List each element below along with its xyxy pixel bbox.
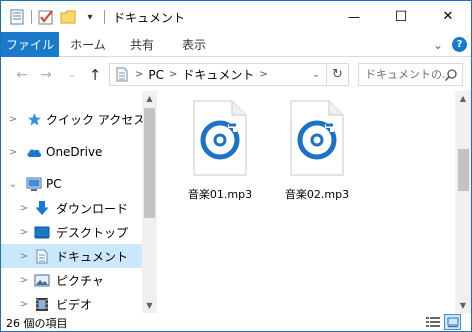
chevron-right-icon[interactable]: >: [8, 107, 18, 131]
scrollbar-thumb[interactable]: [458, 149, 469, 191]
toolbar-separator: [31, 10, 32, 24]
address-bar[interactable]: > PC > ドキュメント > ⌄ ↻: [109, 63, 349, 86]
nav-item-pc[interactable]: ⌄ PC: [1, 172, 142, 196]
scroll-up-icon[interactable]: ▲: [142, 91, 157, 106]
nav-item-label: デスクトップ: [56, 225, 129, 240]
breadcrumb-chevron-icon[interactable]: >: [259, 69, 267, 80]
groove-music-file-icon: [290, 100, 344, 176]
chevron-down-icon: ⌄: [68, 70, 76, 80]
back-arrow-icon: ←: [16, 67, 28, 83]
up-button[interactable]: ↑: [86, 66, 104, 84]
details-view-icon[interactable]: [424, 314, 441, 330]
nav-item-quick-access[interactable]: > クイック アクセス: [1, 107, 146, 131]
chevron-right-icon[interactable]: >: [19, 244, 29, 268]
nav-item-documents[interactable]: > ドキュメント: [1, 244, 142, 268]
scroll-up-icon[interactable]: ▲: [455, 91, 471, 106]
search-input[interactable]: [365, 65, 447, 84]
navigation-pane: > クイック アクセス > OneDrive ⌄ PC > ダウンロード > デ…: [1, 91, 157, 313]
maximize-button[interactable]: ☐: [378, 1, 424, 32]
file-name: 音楽01.mp3: [187, 188, 253, 201]
scrollbar-thumb[interactable]: [144, 108, 155, 218]
status-bar: 26 個の項目: [1, 313, 471, 331]
groove-music-file-icon: [193, 100, 247, 176]
chevron-down-icon[interactable]: ⌄: [8, 172, 18, 196]
tab-home[interactable]: ホーム: [65, 32, 111, 57]
pictures-icon: [34, 272, 50, 288]
minimize-button[interactable]: —: [331, 1, 377, 32]
maximize-icon: ☐: [394, 8, 408, 25]
qat-dropdown-icon[interactable]: ▾: [82, 9, 98, 25]
document-icon: [34, 248, 50, 264]
address-dropdown-icon[interactable]: ⌄: [308, 64, 324, 85]
chevron-right-icon[interactable]: >: [19, 220, 29, 244]
scroll-down-icon[interactable]: ▼: [142, 298, 157, 313]
nav-item-videos[interactable]: > ビデオ: [1, 292, 142, 313]
large-icons-view-icon[interactable]: [444, 314, 461, 330]
file-list: 音楽01.mp3 音楽02.mp3: [158, 91, 455, 313]
cloud-icon: [26, 144, 42, 160]
nav-item-label: OneDrive: [46, 145, 103, 159]
minimize-icon: —: [348, 9, 360, 24]
computer-icon: [26, 176, 42, 192]
expand-ribbon-icon[interactable]: ⌄: [431, 38, 445, 52]
refresh-icon[interactable]: ↻: [326, 64, 348, 85]
chevron-right-icon[interactable]: >: [8, 140, 18, 164]
forward-arrow-icon: →: [40, 67, 52, 83]
file-name: 音楽02.mp3: [284, 188, 350, 201]
properties-icon[interactable]: [9, 9, 25, 25]
nav-item-label: ビデオ: [56, 297, 93, 312]
quick-access-toolbar: ▾: [9, 8, 105, 26]
breadcrumb-chevron-icon[interactable]: >: [135, 69, 143, 80]
title-bar: ▾ ドキュメント — ☐ ✕: [1, 1, 471, 32]
new-folder-icon[interactable]: [60, 9, 76, 25]
address-row: ← → ⌄ ↑ > PC > ドキュメント > ⌄ ↻: [1, 58, 471, 91]
nav-item-label: クイック アクセス: [46, 112, 146, 127]
close-button[interactable]: ✕: [425, 1, 471, 32]
back-button[interactable]: ←: [13, 66, 31, 84]
chevron-right-icon[interactable]: >: [19, 268, 29, 292]
nav-item-downloads[interactable]: > ダウンロード: [1, 196, 142, 220]
nav-item-label: PC: [46, 177, 62, 191]
file-item[interactable]: 音楽01.mp3: [180, 97, 260, 207]
nav-item-label: ドキュメント: [56, 249, 129, 264]
download-icon: [34, 200, 50, 216]
help-icon[interactable]: ?: [452, 37, 467, 52]
nav-item-label: ダウンロード: [56, 201, 129, 216]
chevron-right-icon[interactable]: >: [19, 292, 29, 313]
tab-share[interactable]: 共有: [119, 32, 165, 57]
nav-item-desktop[interactable]: > デスクトップ: [1, 220, 142, 244]
nav-item-label: ピクチャ: [56, 273, 104, 288]
checkmark-icon[interactable]: [38, 9, 54, 25]
close-icon: ✕: [442, 9, 454, 24]
item-count: 26 個の項目: [6, 317, 68, 330]
ribbon-tabs: ファイル ホーム 共有 表示 ⌄ ?: [1, 32, 471, 57]
search-box[interactable]: [358, 63, 463, 86]
desktop-icon: [34, 224, 50, 240]
nav-item-onedrive[interactable]: > OneDrive: [1, 140, 142, 164]
nav-item-pictures[interactable]: > ピクチャ: [1, 268, 142, 292]
toolbar-separator: [104, 10, 105, 24]
recent-locations-button[interactable]: ⌄: [63, 66, 81, 84]
tab-view[interactable]: 表示: [171, 32, 217, 57]
breadcrumb-chevron-icon[interactable]: >: [169, 69, 177, 80]
videos-icon: [34, 296, 50, 312]
forward-button[interactable]: →: [37, 66, 55, 84]
star-icon: [26, 111, 42, 127]
breadcrumb-pc[interactable]: PC: [148, 68, 164, 82]
scroll-down-icon[interactable]: ▼: [455, 298, 471, 313]
breadcrumb-documents[interactable]: ドキュメント: [182, 66, 254, 83]
window-title: ドキュメント: [113, 11, 186, 25]
search-icon[interactable]: [444, 68, 458, 82]
tab-file[interactable]: ファイル: [1, 32, 59, 57]
document-icon: [114, 67, 130, 83]
content-scrollbar[interactable]: ▲ ▼: [455, 91, 471, 313]
file-item[interactable]: 音楽02.mp3: [277, 97, 357, 207]
up-arrow-icon: ↑: [88, 66, 102, 84]
chevron-right-icon[interactable]: >: [19, 196, 29, 220]
explorer-window: ▾ ドキュメント — ☐ ✕ ファイル ホーム 共有 表示 ⌄ ? ← → ⌄: [0, 0, 472, 332]
nav-pane-scrollbar[interactable]: ▲ ▼: [142, 91, 157, 313]
